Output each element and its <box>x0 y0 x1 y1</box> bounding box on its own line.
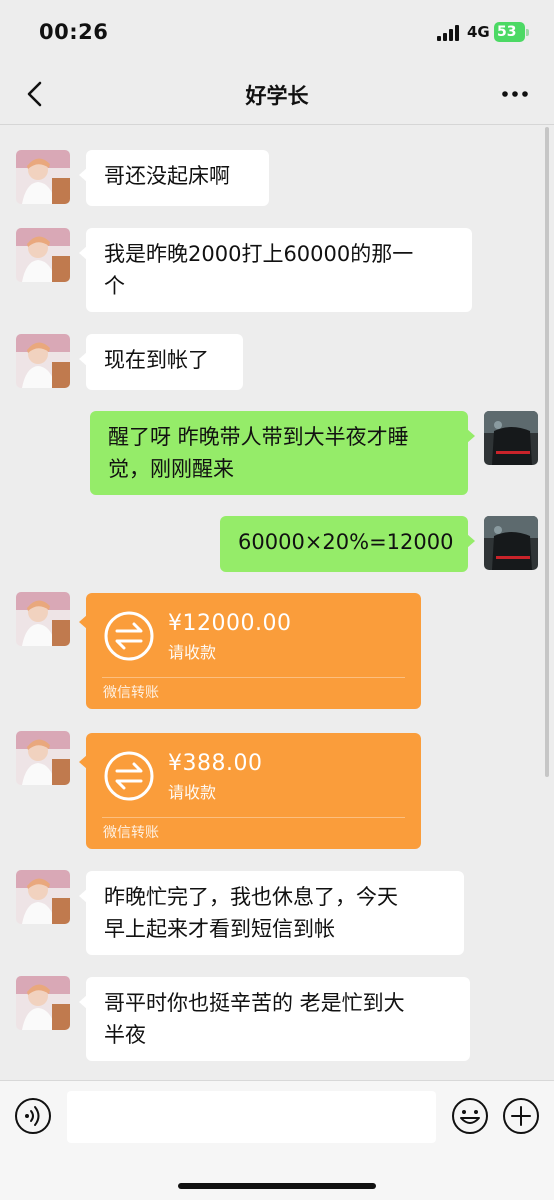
contact-avatar-image <box>16 870 70 924</box>
plus-icon[interactable] <box>502 1097 540 1135</box>
message-text: 现在到帐了 <box>104 348 209 372</box>
avatar[interactable] <box>16 976 70 1030</box>
message-text-line: 昨晚忙完了，我也休息了，今天 <box>104 885 398 909</box>
transfer-label: 微信转账 <box>103 685 159 701</box>
transfer-icon <box>104 751 154 801</box>
avatar[interactable] <box>16 228 70 282</box>
message-text: 60000×20%=12000 <box>238 530 454 554</box>
message-text-line: 半夜 <box>104 1023 146 1047</box>
status-time: 00:26 <box>39 20 109 44</box>
transfer-amount: ¥388.00 <box>168 751 263 776</box>
avatar[interactable] <box>16 592 70 646</box>
contact-avatar-image <box>16 976 70 1030</box>
contact-avatar-image <box>16 592 70 646</box>
contact-avatar-image <box>16 731 70 785</box>
message-text-line: 我是昨晚2000打上60000的那一 <box>104 242 414 266</box>
message-bubble-received[interactable]: 哥平时你也挺辛苦的 老是忙到大 半夜 <box>79 977 470 1061</box>
message-text-line: 醒了呀 昨晚带人带到大半夜才睡 <box>108 425 409 449</box>
header-divider <box>0 124 554 125</box>
emoji-icon[interactable] <box>451 1097 489 1135</box>
transfer-status: 请收款 <box>168 783 217 802</box>
my-avatar[interactable] <box>484 411 538 465</box>
user-avatar-image <box>484 411 538 465</box>
transfer-icon <box>104 611 154 661</box>
message-text-line: 觉，刚刚醒来 <box>108 457 234 481</box>
scrollbar[interactable] <box>545 127 549 777</box>
transfer-card[interactable]: ¥12000.00 请收款 微信转账 <box>79 593 421 709</box>
transfer-label: 微信转账 <box>103 825 159 841</box>
user-avatar-image <box>484 516 538 570</box>
input-bar <box>0 1080 554 1200</box>
chat-title: 好学长 <box>245 84 309 108</box>
transfer-amount: ¥12000.00 <box>168 611 292 636</box>
transfer-divider <box>102 817 405 818</box>
cellular-signal-icon <box>437 25 459 41</box>
message-text-line: 哥平时你也挺辛苦的 老是忙到大 <box>104 991 405 1015</box>
more-icon[interactable] <box>496 78 536 110</box>
transfer-card[interactable]: ¥388.00 请收款 微信转账 <box>79 733 421 849</box>
status-bar: 00:26 4G 53 <box>0 0 554 62</box>
message-text-line: 个 <box>104 274 125 298</box>
message-bubble-received[interactable]: 现在到帐了 <box>79 334 243 390</box>
voice-icon[interactable] <box>14 1097 52 1135</box>
my-avatar[interactable] <box>484 516 538 570</box>
avatar[interactable] <box>16 731 70 785</box>
home-indicator[interactable] <box>178 1183 376 1189</box>
contact-avatar-image <box>16 334 70 388</box>
battery-charging-icon: 53 <box>494 22 530 42</box>
chat-header: 好学长 <box>0 62 554 124</box>
message-bubble-sent[interactable]: 醒了呀 昨晚带人带到大半夜才睡 觉，刚刚醒来 <box>90 411 475 495</box>
message-bubble-sent[interactable]: 60000×20%=12000 <box>220 516 475 572</box>
network-type: 4G <box>467 23 490 41</box>
transfer-divider <box>102 677 405 678</box>
message-bubble-received[interactable]: 我是昨晚2000打上60000的那一 个 <box>79 228 472 312</box>
message-bubble-received[interactable]: 哥还没起床啊 <box>79 150 269 206</box>
message-text: 哥还没起床啊 <box>104 164 230 188</box>
battery-level: 53 <box>494 22 525 42</box>
transfer-status: 请收款 <box>168 643 217 662</box>
contact-avatar-image <box>16 228 70 282</box>
avatar[interactable] <box>16 334 70 388</box>
message-text-line: 早上起来才看到短信到帐 <box>104 917 335 941</box>
avatar[interactable] <box>16 150 70 204</box>
contact-avatar-image <box>16 150 70 204</box>
message-input[interactable] <box>67 1091 436 1143</box>
message-bubble-received[interactable]: 昨晚忙完了，我也休息了，今天 早上起来才看到短信到帐 <box>79 871 464 955</box>
avatar[interactable] <box>16 870 70 924</box>
